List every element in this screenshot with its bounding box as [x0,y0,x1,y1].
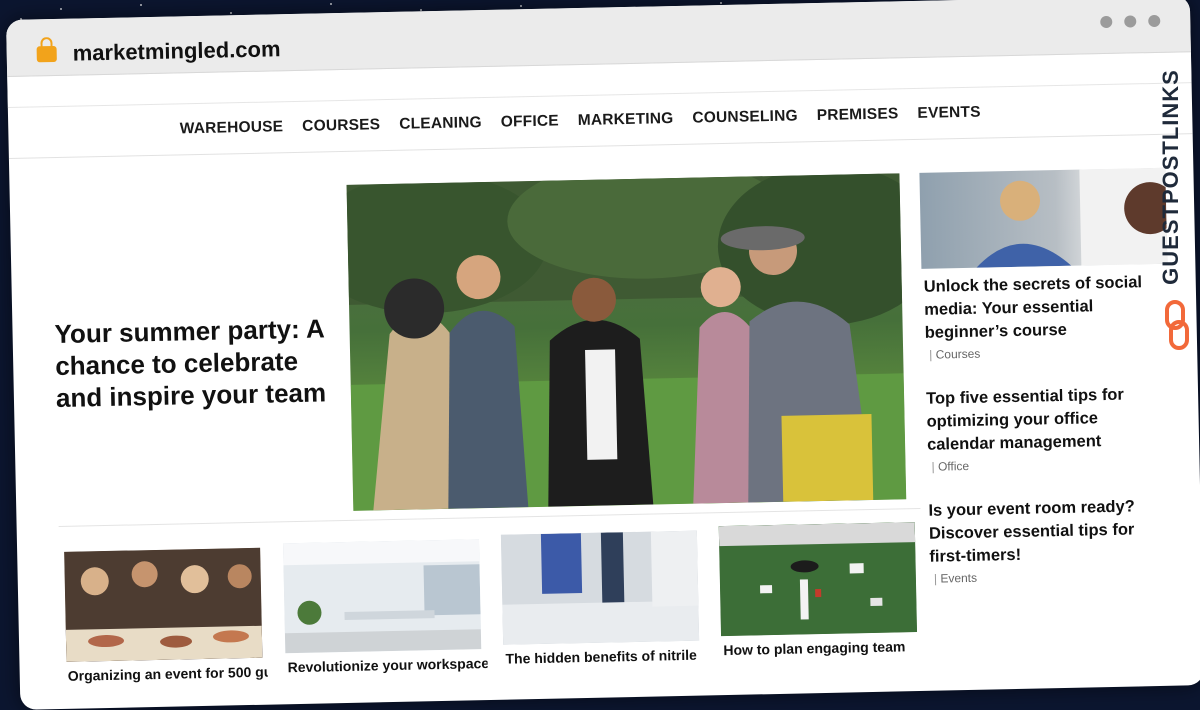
office-photo-illustration [283,539,482,654]
sidebar-article-category[interactable]: Courses [929,347,981,362]
nav-item-marketing[interactable]: MARKETING [578,110,674,130]
sidebar-article-image[interactable] [919,167,1168,269]
browser-window: marketmingled.com WAREHOUSE COURSES CLEA… [6,0,1200,710]
festival-photo-illustration [346,173,907,511]
nav-item-courses[interactable]: COURSES [302,116,380,136]
main-content: Your summer party: A chance to celebrate… [9,134,1200,710]
hero-title[interactable]: Your summer party: A chance to celebrate… [54,312,346,414]
url-text[interactable]: marketmingled.com [72,36,280,66]
window-dot-icon[interactable] [1124,15,1137,28]
chain-link-icon [1165,300,1189,350]
card-title[interactable]: Organizing an event for 500 guests [68,664,268,684]
sidebar-article-title[interactable]: Unlock the secrets of social media: Your… [924,271,1155,345]
watermark-text: GUESTPOSTLINKS [1158,69,1183,285]
window-dot-icon[interactable] [1100,15,1113,29]
card-image-nitrile[interactable] [500,530,700,645]
nav-item-cleaning[interactable]: CLEANING [399,114,482,134]
cleaning-photo-illustration [500,530,700,645]
nav-item-premises[interactable]: PREMISES [817,105,899,125]
window-controls [1100,14,1161,29]
card-title[interactable]: The hidden benefits of nitrile [505,646,705,667]
nav-item-events[interactable]: EVENTS [917,104,981,123]
nav-item-counseling[interactable]: COUNSELING [692,107,798,127]
nav-item-office[interactable]: OFFICE [501,112,559,131]
sidebar-article-category[interactable]: Office [931,459,969,474]
card-image-team[interactable] [718,522,918,637]
nav-item-warehouse[interactable]: WAREHOUSE [180,118,284,138]
watermark-brand: GUESTPOSTLINKS [1154,0,1200,670]
card-image-workspace[interactable] [283,539,482,654]
presenter-photo-illustration [976,167,1168,268]
card-image-event[interactable] [64,547,263,662]
lock-icon [36,45,57,63]
card-title[interactable]: Revolutionize your workspace: [287,655,487,675]
card-title[interactable]: How to plan engaging team [723,638,923,658]
sidebar-article-title[interactable]: Top five essential tips for optimizing y… [926,383,1157,457]
banquet-photo-illustration [64,547,263,662]
sidebar-article-category[interactable]: Events [934,571,977,586]
hero-image[interactable] [346,173,907,511]
team-game-photo-illustration [718,522,918,637]
sidebar-article-title[interactable]: Is your event room ready? Discover essen… [928,495,1159,569]
